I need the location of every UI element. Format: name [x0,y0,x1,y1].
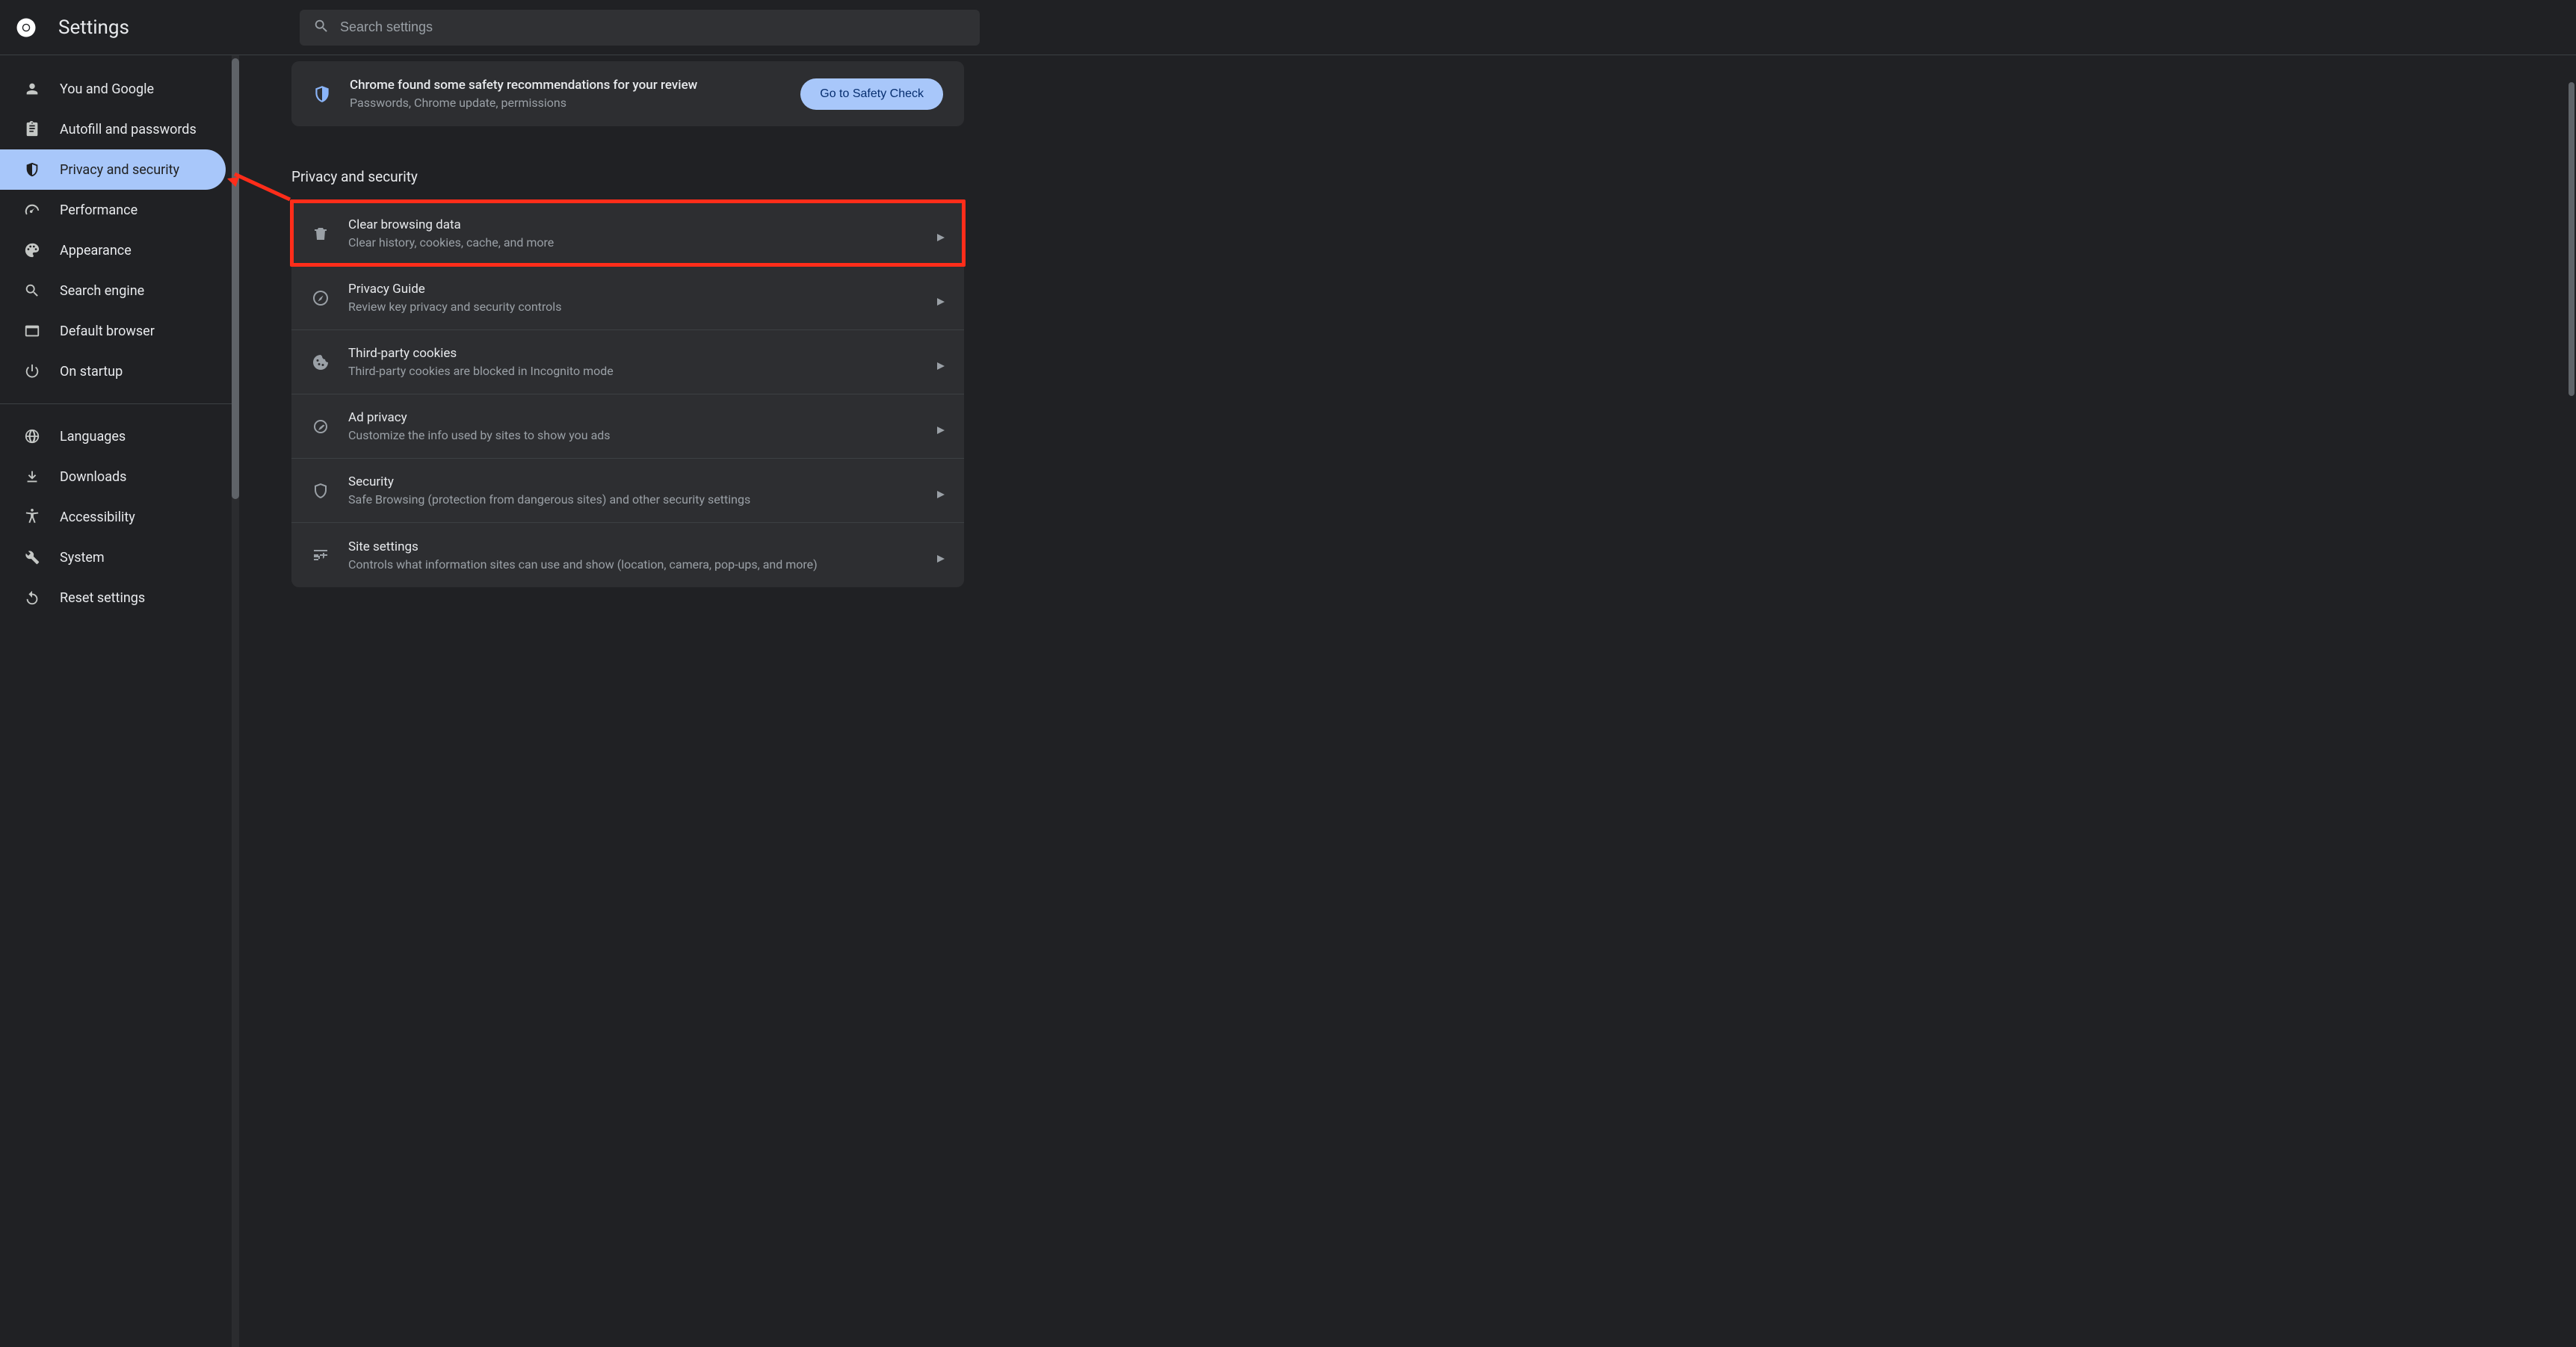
clipboard-icon [24,121,40,137]
sidebar-item-label: System [60,550,105,566]
sidebar-item-label: Appearance [60,243,132,258]
sidebar-item-label: Accessibility [60,510,135,525]
sidebar-item-search-engine[interactable]: Search engine [0,270,226,311]
chevron-right-icon [937,551,945,559]
shield-outline-icon [311,481,330,501]
chevron-right-icon [937,423,945,430]
palette-icon [24,242,40,258]
row-subtitle: Safe Browsing (protection from dangerous… [348,492,919,507]
row-subtitle: Customize the info used by sites to show… [348,428,919,442]
sidebar-item-privacy[interactable]: Privacy and security [0,149,226,190]
sidebar-item-system[interactable]: System [0,537,226,577]
row-ad-privacy[interactable]: Ad privacy Customize the info used by sit… [291,394,964,459]
sidebar-item-default-browser[interactable]: Default browser [0,311,226,351]
row-subtitle: Third-party cookies are blocked in Incog… [348,364,919,378]
compass-icon [311,288,330,308]
tune-icon [311,545,330,565]
row-site-settings[interactable]: Site settings Controls what information s… [291,523,964,587]
banner-subtitle: Passwords, Chrome update, permissions [350,96,782,110]
section-title: Privacy and security [291,168,964,185]
sidebar-item-appearance[interactable]: Appearance [0,230,226,270]
app-title: Settings [58,16,129,39]
sidebar-item-on-startup[interactable]: On startup [0,351,226,391]
sidebar-item-languages[interactable]: Languages [0,416,226,456]
person-icon [24,81,40,97]
chevron-right-icon [937,294,945,302]
row-title: Privacy Guide [348,282,919,297]
chevron-right-icon [937,230,945,238]
sidebar-item-reset-settings[interactable]: Reset settings [0,577,226,618]
sidebar-item-label: Downloads [60,469,126,485]
search-icon [313,18,330,37]
row-subtitle: Review key privacy and security controls [348,300,919,314]
chevron-right-icon [937,359,945,366]
sidebar-item-accessibility[interactable]: Accessibility [0,497,226,537]
search-icon [24,282,40,299]
safety-banner: Chrome found some safety recommendations… [291,61,964,126]
target-icon [311,417,330,436]
sidebar-item-autofill[interactable]: Autofill and passwords [0,109,226,149]
row-subtitle: Clear history, cookies, cache, and more [348,235,919,250]
trash-icon [311,224,330,244]
sidebar-item-label: Performance [60,202,138,218]
wrench-icon [24,549,40,566]
page-scrollbar-thumb[interactable] [2569,82,2575,396]
sidebar-item-label: Reset settings [60,590,145,606]
globe-icon [24,428,40,445]
sidebar-item-downloads[interactable]: Downloads [0,456,226,497]
row-title: Site settings [348,539,919,554]
sidebar-item-label: Privacy and security [60,162,179,178]
row-subtitle: Controls what information sites can use … [348,557,919,572]
row-clear-browsing-data[interactable]: Clear browsing data Clear history, cookie… [291,202,964,266]
reset-icon [24,589,40,606]
sidebar-item-label: Default browser [60,323,155,339]
sidebar-item-label: Search engine [60,283,144,299]
row-title: Clear browsing data [348,217,919,232]
row-title: Ad privacy [348,410,919,425]
chrome-logo-icon [15,16,37,39]
accessibility-icon [24,509,40,525]
row-third-party-cookies[interactable]: Third-party cookies Third-party cookies a… [291,330,964,394]
header: Settings [0,0,2576,55]
sidebar: You and Google Autofill and passwords Priv… [0,55,232,1347]
sidebar-item-label: Autofill and passwords [60,122,197,137]
power-icon [24,363,40,380]
shield-icon [24,161,40,178]
search-settings[interactable] [300,10,980,46]
speedometer-icon [24,202,40,218]
window-icon [24,323,40,339]
sidebar-item-performance[interactable]: Performance [0,190,226,230]
chevron-right-icon [937,487,945,495]
row-privacy-guide[interactable]: Privacy Guide Review key privacy and secu… [291,266,964,330]
search-input[interactable] [340,19,966,35]
sidebar-item-you-and-google[interactable]: You and Google [0,69,226,109]
banner-title: Chrome found some safety recommendations… [350,78,782,93]
sidebar-divider [0,403,232,404]
row-title: Third-party cookies [348,346,919,361]
main-content: Chrome found some safety recommendations… [232,55,2576,1347]
download-icon [24,468,40,485]
shield-icon [312,84,332,104]
cookie-icon [311,353,330,372]
row-security[interactable]: Security Safe Browsing (protection from d… [291,459,964,523]
sidebar-item-label: Languages [60,429,126,445]
row-title: Security [348,474,919,489]
sidebar-item-label: You and Google [60,81,154,97]
privacy-settings-card: Clear browsing data Clear history, cookie… [291,202,964,587]
sidebar-item-label: On startup [60,364,123,380]
go-to-safety-check-button[interactable]: Go to Safety Check [800,78,943,110]
